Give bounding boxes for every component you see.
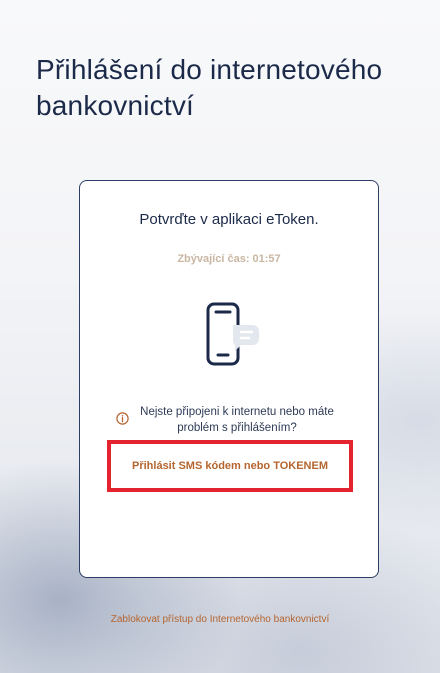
info-icon — [116, 412, 129, 425]
connection-help-text: Nejste připojeni k internetu nebo máte p… — [140, 406, 334, 434]
block-access-link[interactable]: Zablokovat přístup do Internetového bank… — [0, 614, 440, 625]
sms-token-login-link[interactable]: Přihlásit SMS kódem nebo TOKENEM — [107, 440, 353, 492]
connection-help: Nejste připojeni k internetu nebo máte p… — [116, 404, 366, 436]
phone-message-icon — [206, 302, 259, 366]
etoken-prompt: Potvrďte v aplikaci eToken. — [139, 211, 319, 228]
remaining-time: Zbývající čas: 01:57 — [177, 253, 281, 265]
page-title: Přihlášení do internetového bankovnictví — [36, 54, 383, 121]
confirmation-card: Potvrďte v aplikaci eToken. Zbývající ča… — [79, 180, 379, 578]
